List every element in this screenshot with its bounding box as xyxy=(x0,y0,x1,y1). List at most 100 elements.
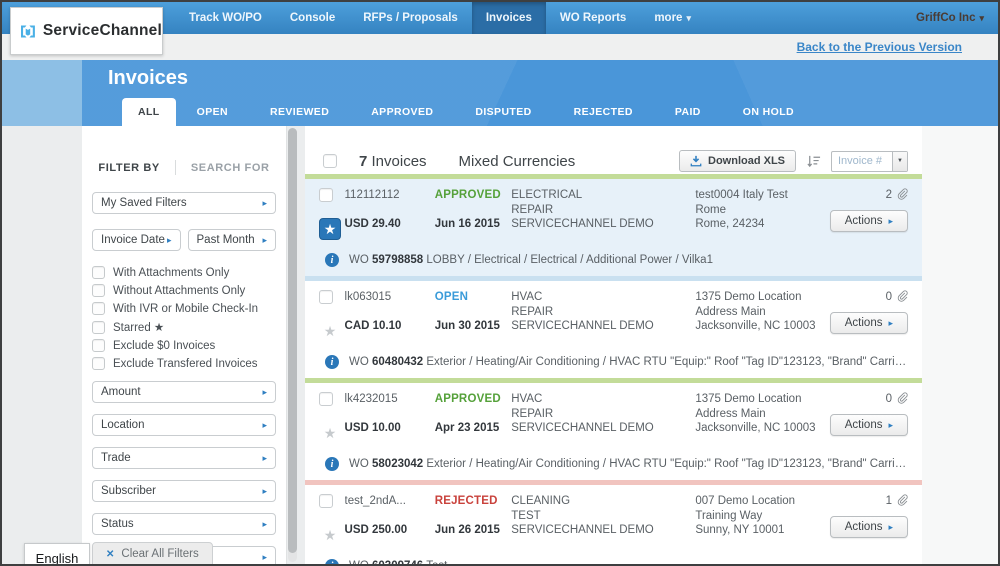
location-dropdown[interactable]: Location xyxy=(92,414,276,436)
clear-all-filters-button[interactable]: Clear All Filters xyxy=(92,542,213,566)
right-gutter xyxy=(922,126,998,564)
invoice-status: REJECTED xyxy=(435,494,512,509)
banner-left-strip xyxy=(2,60,82,126)
star-toggle[interactable] xyxy=(319,320,341,342)
invoice-number[interactable]: test_2ndA... xyxy=(345,494,435,509)
nav-item-wo-reports[interactable]: WO Reports xyxy=(546,2,640,34)
row-checkbox[interactable] xyxy=(319,290,333,304)
invoice-number[interactable]: lk4232015 xyxy=(345,392,435,407)
tab-open[interactable]: OPEN xyxy=(176,98,249,126)
subscriber-dropdown[interactable]: Subscriber xyxy=(92,480,276,502)
nav-item-track-wo-po[interactable]: Track WO/PO xyxy=(175,2,276,34)
caret-right-icon xyxy=(262,485,267,497)
checkbox-with-attachments[interactable]: With Attachments Only xyxy=(92,266,276,279)
trade-line: SERVICECHANNEL DEMO xyxy=(511,319,687,334)
sort-order-icon[interactable] xyxy=(806,154,821,169)
amount-dropdown[interactable]: Amount xyxy=(92,381,276,403)
attachments-badge[interactable]: 0 xyxy=(886,392,908,405)
invoice-row[interactable]: 112112112 USD 29.40 APPROVED Jun 16 2015… xyxy=(305,179,922,276)
account-menu[interactable]: GriffCo Inc xyxy=(902,2,998,34)
chevron-down-icon[interactable] xyxy=(892,152,907,171)
actions-button[interactable]: Actions xyxy=(830,414,908,436)
language-selector[interactable]: English xyxy=(24,543,90,566)
invoice-row[interactable]: lk4232015 USD 10.00 APPROVED Apr 23 2015… xyxy=(305,383,922,480)
row-checkbox[interactable] xyxy=(319,188,333,202)
actions-button[interactable]: Actions xyxy=(830,210,908,232)
info-icon[interactable] xyxy=(325,253,339,267)
page: Track WO/PO Console RFPs / Proposals Inv… xyxy=(0,0,1000,566)
checkbox-icon[interactable] xyxy=(92,339,105,352)
attachments-badge[interactable]: 2 xyxy=(886,188,908,201)
checkbox-icon[interactable] xyxy=(92,302,105,315)
tab-disputed[interactable]: DISPUTED xyxy=(454,98,552,126)
checkbox-ivr-mobile-checkin[interactable]: With IVR or Mobile Check-In xyxy=(92,302,276,315)
star-toggle[interactable] xyxy=(319,218,341,240)
scrollbar-thumb[interactable] xyxy=(288,128,297,553)
status-dropdown[interactable]: Status xyxy=(92,513,276,535)
checkbox-icon[interactable] xyxy=(92,284,105,297)
download-xls-button[interactable]: Download XLS xyxy=(679,150,796,172)
trade-line: REPAIR xyxy=(511,203,687,218)
nav-item-invoices[interactable]: Invoices xyxy=(472,2,546,34)
invoice-number[interactable]: lk063015 xyxy=(345,290,435,305)
filter-by-tab[interactable]: FILTER BY xyxy=(98,162,159,174)
location-line: test0004 Italy Test xyxy=(695,188,829,203)
currency-label: Mixed Currencies xyxy=(459,153,576,170)
location-line: Jacksonville, NC 10003 xyxy=(695,421,829,436)
nav-item-console[interactable]: Console xyxy=(276,2,349,34)
tab-paid[interactable]: PAID xyxy=(654,98,722,126)
attachments-badge[interactable]: 0 xyxy=(886,290,908,303)
info-icon[interactable] xyxy=(325,457,339,471)
invoice-date: Jun 16 2015 xyxy=(435,217,512,232)
search-for-tab[interactable]: SEARCH FOR xyxy=(191,162,270,174)
actions-button[interactable]: Actions xyxy=(830,312,908,334)
tab-all[interactable]: ALL xyxy=(122,98,176,126)
tab-on-hold[interactable]: ON HOLD xyxy=(722,98,815,126)
invoice-status: APPROVED xyxy=(435,392,512,407)
paperclip-icon xyxy=(896,290,908,303)
invoice-list: 112112112 USD 29.40 APPROVED Jun 16 2015… xyxy=(305,174,922,566)
sort-field-select[interactable]: Invoice # xyxy=(831,151,908,172)
row-checkbox[interactable] xyxy=(319,392,333,406)
attachments-badge[interactable]: 1 xyxy=(886,494,908,507)
checkbox-icon[interactable] xyxy=(92,266,105,279)
row-checkbox[interactable] xyxy=(319,494,333,508)
invoice-number[interactable]: 112112112 xyxy=(345,188,435,203)
checkbox-starred[interactable]: Starred ★ xyxy=(92,320,276,334)
nav-item-rfps-proposals[interactable]: RFPs / Proposals xyxy=(349,2,472,34)
invoice-row[interactable]: lk063015 CAD 10.10 OPEN Jun 30 2015 HVAC… xyxy=(305,281,922,378)
tab-reviewed[interactable]: REVIEWED xyxy=(249,98,350,126)
trade-dropdown[interactable]: Trade xyxy=(92,447,276,469)
select-all-checkbox[interactable] xyxy=(323,154,337,168)
star-toggle[interactable] xyxy=(319,524,341,546)
checkbox-icon[interactable] xyxy=(92,321,105,334)
actions-button[interactable]: Actions xyxy=(830,516,908,538)
brand-logo[interactable]: ServiceChannel xyxy=(10,7,163,55)
back-to-previous-version-link[interactable]: Back to the Previous Version xyxy=(797,40,962,54)
checkbox-icon[interactable] xyxy=(92,357,105,370)
tab-approved[interactable]: APPROVED xyxy=(350,98,454,126)
wo-number: 59798858 xyxy=(372,254,423,266)
location-line: 1375 Demo Location xyxy=(695,392,829,407)
work-order-line: WO 60309746 Test xyxy=(349,560,908,566)
info-icon[interactable] xyxy=(325,559,339,566)
nav-item-more[interactable]: more xyxy=(640,2,705,34)
invoice-row[interactable]: test_2ndA... USD 250.00 REJECTED Jun 26 … xyxy=(305,485,922,566)
invoice-row-wrap: test_2ndA... USD 250.00 REJECTED Jun 26 … xyxy=(305,480,922,566)
status-tabs: ALL OPEN REVIEWED APPROVED DISPUTED REJE… xyxy=(122,98,815,126)
location-line: Address Main xyxy=(695,407,829,422)
date-range-dropdown[interactable]: Past Month xyxy=(188,229,277,251)
checkbox-exclude-transfered[interactable]: Exclude Transfered Invoices xyxy=(92,357,276,370)
checkbox-without-attachments[interactable]: Without Attachments Only xyxy=(92,284,276,297)
checkbox-exclude-zero[interactable]: Exclude $0 Invoices xyxy=(92,339,276,352)
tab-divider xyxy=(175,160,176,175)
caret-right-icon xyxy=(167,234,172,246)
list-toolbar: 7 Invoices Mixed Currencies Download XLS… xyxy=(305,126,922,174)
invoice-date-dropdown[interactable]: Invoice Date xyxy=(92,229,181,251)
my-saved-filters-dropdown[interactable]: My Saved Filters xyxy=(92,192,276,214)
banner-main: Invoices ALL OPEN REVIEWED APPROVED DISP… xyxy=(82,60,998,126)
info-icon[interactable] xyxy=(325,355,339,369)
tab-rejected[interactable]: REJECTED xyxy=(553,98,654,126)
star-toggle[interactable] xyxy=(319,422,341,444)
sidebar-scrollbar[interactable] xyxy=(288,128,297,562)
